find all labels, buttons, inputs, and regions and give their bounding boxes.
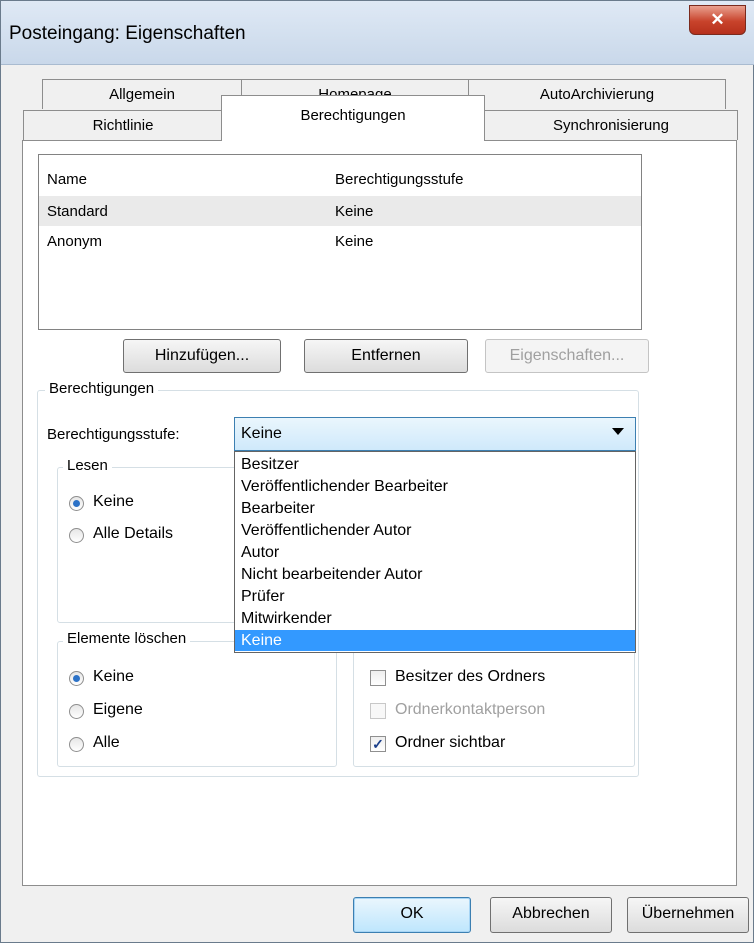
- tab-allgemein[interactable]: Allgemein: [42, 79, 242, 109]
- ok-button[interactable]: OK: [353, 897, 471, 933]
- dropdown-option[interactable]: Autor: [239, 542, 635, 563]
- tab-label: AutoArchivierung: [539, 86, 655, 103]
- remove-button[interactable]: Entfernen: [304, 339, 468, 373]
- close-button[interactable]: ✕: [689, 5, 746, 35]
- permission-level-select[interactable]: Keine: [234, 417, 636, 451]
- chevron-down-icon[interactable]: [612, 428, 624, 435]
- cancel-button[interactable]: Abbrechen: [490, 897, 612, 933]
- folder-owner-label[interactable]: Besitzer des Ordners: [395, 668, 545, 686]
- checkmark-icon: ✓: [372, 736, 384, 752]
- tab-autoarchivierung[interactable]: AutoArchivierung: [468, 79, 726, 109]
- title-bar: Posteingang: Eigenschaften ✕: [1, 1, 754, 65]
- dropdown-option[interactable]: Besitzer: [239, 454, 635, 475]
- table-row-level[interactable]: Keine: [335, 233, 373, 250]
- dropdown-option[interactable]: Prüfer: [239, 586, 635, 607]
- delete-all-label[interactable]: Alle: [93, 734, 120, 752]
- delete-group-label: Elemente löschen: [63, 630, 191, 647]
- read-group-label: Lesen: [63, 457, 112, 474]
- tab-synchronisierung[interactable]: Synchronisierung: [484, 110, 738, 140]
- read-none-radio[interactable]: [69, 496, 84, 511]
- table-row-level[interactable]: Keine: [335, 203, 373, 220]
- delete-all-radio[interactable]: [69, 737, 84, 752]
- tab-label: Synchronisierung: [553, 117, 669, 134]
- tab-richtlinie[interactable]: Richtlinie: [23, 110, 223, 140]
- properties-button[interactable]: Eigenschaften...: [485, 339, 649, 373]
- delete-own-radio[interactable]: [69, 704, 84, 719]
- delete-none-label[interactable]: Keine: [93, 668, 134, 686]
- read-all-details-radio[interactable]: [69, 528, 84, 543]
- close-icon: ✕: [710, 10, 725, 29]
- table-row-name[interactable]: Anonym: [47, 233, 102, 250]
- delete-own-label[interactable]: Eigene: [93, 701, 143, 719]
- read-all-details-label[interactable]: Alle Details: [93, 525, 173, 543]
- dropdown-option[interactable]: Nicht bearbeitender Autor: [239, 564, 635, 585]
- folder-visible-label[interactable]: Ordner sichtbar: [395, 734, 505, 752]
- tab-label: Allgemein: [109, 86, 175, 103]
- tab-label: Richtlinie: [92, 117, 154, 134]
- table-row-name[interactable]: Standard: [47, 203, 108, 220]
- add-button[interactable]: Hinzufügen...: [123, 339, 281, 373]
- permission-level-dropdown: Besitzer Veröffentlichender Bearbeiter B…: [234, 451, 636, 653]
- read-none-label[interactable]: Keine: [93, 493, 134, 511]
- window-title: Posteingang: Eigenschaften: [9, 23, 246, 44]
- folder-contact-label[interactable]: Ordnerkontaktperson: [395, 701, 545, 719]
- folder-owner-checkbox[interactable]: [370, 670, 386, 686]
- apply-button[interactable]: Übernehmen: [627, 897, 749, 933]
- dropdown-option-selected[interactable]: Keine: [235, 630, 635, 651]
- dropdown-option[interactable]: Veröffentlichender Bearbeiter: [239, 476, 635, 497]
- column-header-name[interactable]: Name: [47, 171, 87, 188]
- permission-level-label: Berechtigungsstufe:: [47, 426, 180, 443]
- properties-dialog: Posteingang: Eigenschaften ✕ Allgemein H…: [0, 0, 754, 943]
- permissions-group-label: Berechtigungen: [45, 380, 159, 397]
- folder-visible-checkbox[interactable]: ✓: [370, 736, 386, 752]
- dropdown-option[interactable]: Bearbeiter: [239, 498, 635, 519]
- column-header-level[interactable]: Berechtigungsstufe: [335, 171, 463, 188]
- permission-level-value: Keine: [241, 425, 282, 442]
- folder-contact-checkbox[interactable]: [370, 703, 386, 719]
- dropdown-option[interactable]: Veröffentlichender Autor: [239, 520, 635, 541]
- dropdown-option[interactable]: Mitwirkender: [239, 608, 635, 629]
- tab-berechtigungen[interactable]: Berechtigungen: [221, 95, 485, 141]
- delete-none-radio[interactable]: [69, 671, 84, 686]
- tab-label: Berechtigungen: [300, 107, 406, 124]
